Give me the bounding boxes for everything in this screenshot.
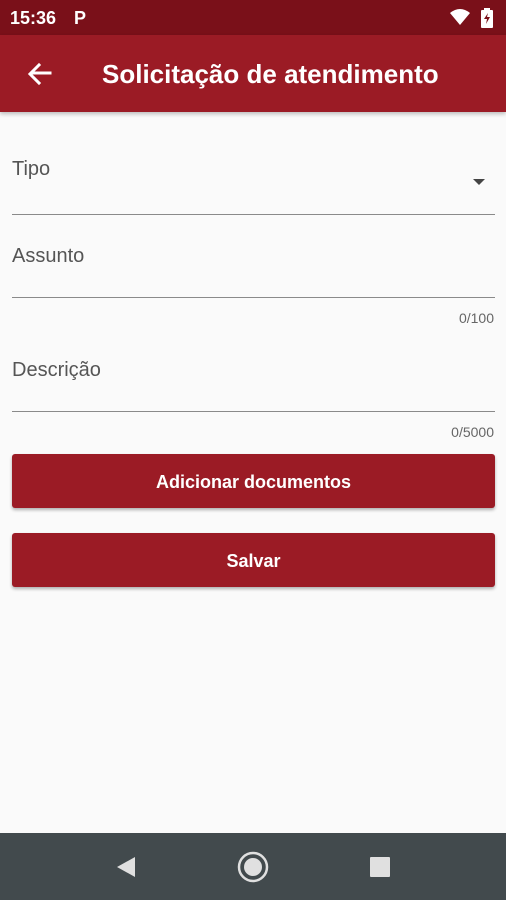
wifi-icon bbox=[450, 9, 470, 25]
notification-p-icon: P bbox=[74, 8, 87, 28]
assunto-label: Assunto bbox=[12, 245, 85, 267]
assunto-counter: 0/100 bbox=[458, 310, 494, 326]
save-button[interactable]: Salvar bbox=[12, 533, 495, 587]
navigation-bar bbox=[0, 833, 506, 900]
nav-recent-apps-icon[interactable] bbox=[370, 857, 390, 877]
assunto-field[interactable]: Assunto bbox=[12, 236, 495, 298]
app-bar: Solicitação de atendimento bbox=[0, 35, 506, 112]
add-documents-button[interactable]: Adicionar documentos bbox=[12, 454, 495, 508]
nav-home-icon[interactable] bbox=[237, 851, 269, 883]
back-arrow-icon[interactable] bbox=[26, 61, 52, 87]
dropdown-arrow-icon[interactable] bbox=[473, 179, 485, 185]
descricao-label: Descrição bbox=[12, 359, 101, 381]
tipo-dropdown[interactable]: Tipo bbox=[12, 150, 495, 215]
status-bar: 15:36 P bbox=[0, 0, 506, 35]
status-time: 15:36 bbox=[10, 8, 57, 28]
battery-charging-icon bbox=[481, 8, 493, 28]
nav-back-icon[interactable] bbox=[115, 855, 137, 879]
tipo-label: Tipo bbox=[12, 158, 51, 180]
page-title: Solicitação de atendimento bbox=[102, 59, 439, 89]
descricao-field[interactable]: Descrição bbox=[12, 350, 495, 412]
descricao-counter: 0/5000 bbox=[451, 424, 494, 440]
